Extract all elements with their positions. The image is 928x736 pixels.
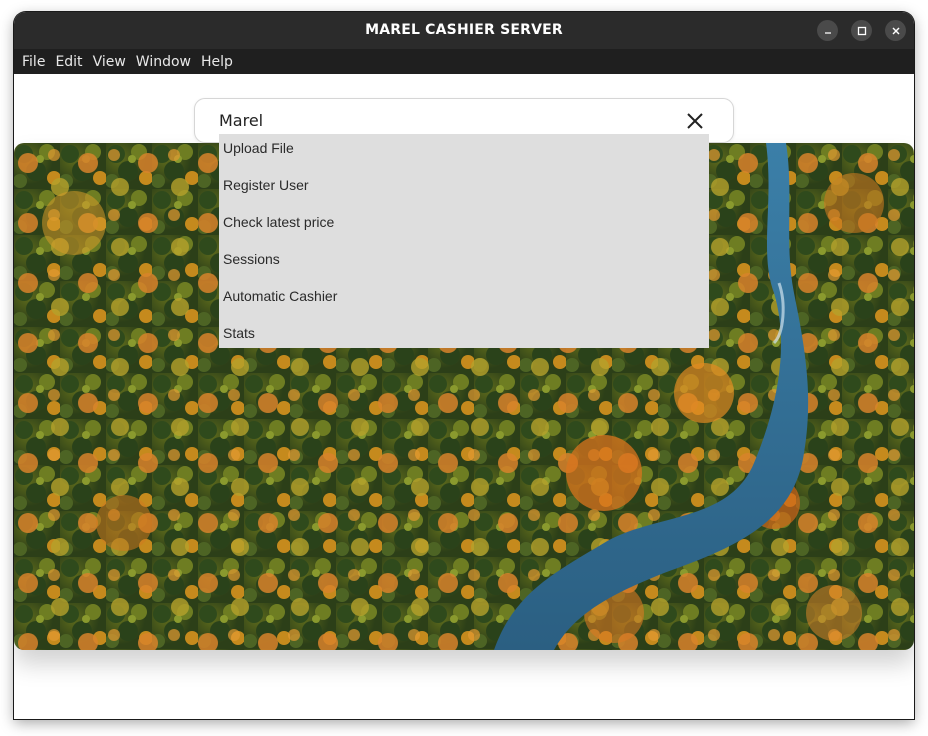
maximize-icon <box>857 26 866 35</box>
maximize-button[interactable] <box>851 20 872 41</box>
search-input[interactable] <box>219 109 639 131</box>
menu-view[interactable]: View <box>91 54 128 70</box>
menu-file[interactable]: File <box>20 54 47 70</box>
suggestion-register-user[interactable]: Register User <box>219 171 709 208</box>
suggestion-stats[interactable]: Stats <box>219 319 709 356</box>
app-window: MAREL CASHIER SERVER File Edit View Wind… <box>14 12 914 719</box>
close-icon <box>892 27 899 34</box>
search-suggestions: Upload File Register User Check latest p… <box>219 134 709 348</box>
close-icon <box>687 113 703 129</box>
minimize-icon <box>824 31 831 34</box>
window-title: MAREL CASHIER SERVER <box>365 22 563 38</box>
menu-bar: File Edit View Window Help <box>14 49 914 74</box>
suggestion-check-latest-price[interactable]: Check latest price <box>219 208 709 245</box>
suggestion-sessions[interactable]: Sessions <box>219 245 709 282</box>
title-bar[interactable]: MAREL CASHIER SERVER <box>14 12 914 49</box>
menu-edit[interactable]: Edit <box>53 54 84 70</box>
minimize-button[interactable] <box>817 20 838 41</box>
menu-window[interactable]: Window <box>134 54 193 70</box>
clear-search-button[interactable] <box>685 111 705 131</box>
main-content: Upload File Register User Check latest p… <box>14 74 914 719</box>
suggestion-upload-file[interactable]: Upload File <box>219 134 709 171</box>
suggestion-automatic-cashier[interactable]: Automatic Cashier <box>219 282 709 319</box>
close-button[interactable] <box>885 20 906 41</box>
menu-help[interactable]: Help <box>199 54 235 70</box>
